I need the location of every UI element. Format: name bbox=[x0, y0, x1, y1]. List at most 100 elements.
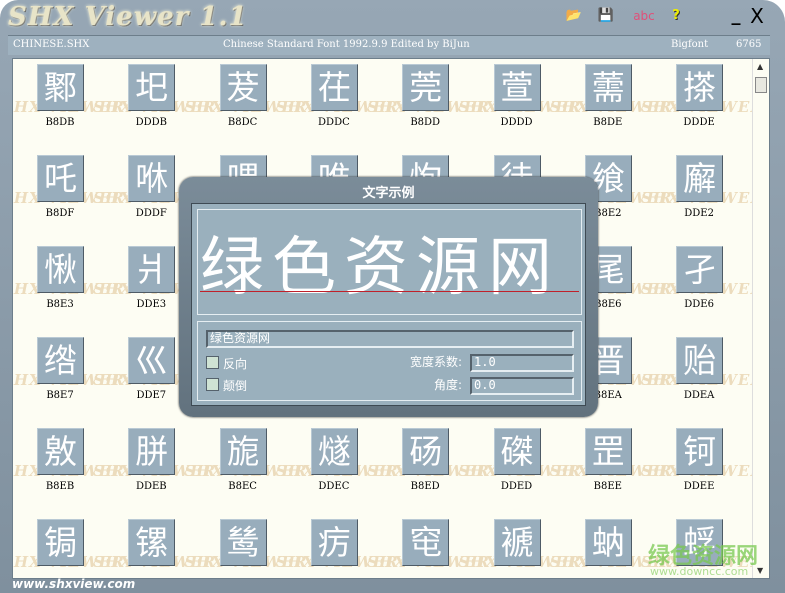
font-type: Bigfont bbox=[671, 39, 709, 50]
width-factor-input[interactable]: 1.0 bbox=[470, 354, 574, 372]
glyph-code: DDE2 bbox=[684, 208, 714, 219]
glyph-button[interactable]: 蚋 bbox=[584, 519, 632, 566]
glyph-cell[interactable]: SHX VIEWER 砀 B8ED bbox=[367, 424, 489, 504]
minimize-button[interactable]: _ bbox=[727, 7, 745, 25]
angle-input[interactable]: 0.0 bbox=[470, 377, 574, 395]
open-folder-icon[interactable]: 📂 bbox=[565, 8, 583, 24]
glyph-button[interactable]: 绺 bbox=[37, 337, 84, 384]
help-button[interactable]: ? bbox=[667, 8, 685, 24]
glyph-cell[interactable]: SHX VIEWER 莞 B8DD bbox=[367, 60, 489, 140]
glyph-code: DDE3 bbox=[136, 299, 167, 310]
glyph-button[interactable]: 贻 bbox=[676, 337, 724, 384]
glyph-cell[interactable]: SHX VIEWER 燧 DDEC bbox=[276, 424, 398, 504]
font-button[interactable]: abc bbox=[630, 8, 658, 24]
app-window: SHX Viewer 1.1 📂 💾 abc ? _ X CHINESE.SHX… bbox=[0, 0, 785, 593]
glyph-cell[interactable]: SHX VIEWER 薷 B8DE bbox=[550, 60, 672, 140]
reverse-checkbox[interactable] bbox=[206, 356, 219, 369]
glyph-button[interactable]: 旎 bbox=[219, 428, 267, 475]
glyph-cell[interactable]: SHX VIEWER 孑 DDE6 bbox=[641, 242, 763, 322]
glyph-cell[interactable]: SHX VIEWER 敫 B8EB bbox=[13, 424, 124, 504]
glyph-button[interactable]: 咻 bbox=[128, 155, 176, 202]
glyph-button[interactable]: 茇 bbox=[219, 64, 267, 111]
scroll-thumb[interactable] bbox=[755, 77, 767, 93]
text-preview: 绿色资源网 bbox=[197, 209, 582, 315]
glyph-cell[interactable]: SHX VIEWER 疠 bbox=[276, 515, 398, 578]
glyph-cell[interactable]: SHX VIEWER 茇 B8DC bbox=[185, 60, 306, 140]
glyph-cell[interactable]: SHX VIEWER 蚋 bbox=[550, 515, 672, 578]
font-description: Chinese Standard Font 1992.9.9 Edited by… bbox=[223, 39, 470, 50]
glyph-button[interactable]: 萱 bbox=[493, 64, 541, 111]
width-factor-label: 宽度系数: bbox=[410, 355, 463, 369]
glyph-code: B8DE bbox=[593, 117, 623, 128]
glyph-cell[interactable]: SHX VIEWER 鸶 bbox=[185, 515, 306, 578]
glyph-cell[interactable]: SHX VIEWER 萱 DDDD bbox=[459, 60, 580, 140]
glyph-button[interactable]: 砀 bbox=[402, 428, 450, 475]
glyph-cell[interactable]: SHX VIEWER 爿 DDE3 bbox=[93, 242, 215, 322]
angle-label: 角度: bbox=[434, 378, 463, 392]
upside-down-label: 颠倒 bbox=[223, 379, 248, 393]
glyph-cell[interactable]: SHX VIEWER 圯 DDDB bbox=[93, 60, 215, 140]
glyph-button[interactable]: 廨 bbox=[676, 155, 724, 202]
glyph-button[interactable]: 窀 bbox=[402, 519, 450, 566]
glyph-cell[interactable]: SHX VIEWER 廨 DDE2 bbox=[641, 151, 763, 231]
glyph-button[interactable]: 鸶 bbox=[219, 519, 267, 566]
glyph-code: DDDF bbox=[135, 208, 167, 219]
vertical-scrollbar[interactable]: ▲ ▼ bbox=[752, 59, 769, 578]
save-icon[interactable]: 💾 bbox=[597, 8, 615, 24]
glyph-cell[interactable]: SHX VIEWER 旎 B8EC bbox=[185, 424, 306, 504]
glyph-button[interactable]: 敫 bbox=[37, 428, 84, 475]
glyph-code: DDEB bbox=[135, 481, 167, 492]
glyph-button[interactable]: 爿 bbox=[128, 246, 176, 293]
glyph-button[interactable]: 搽 bbox=[676, 64, 724, 111]
glyph-button[interactable]: 疠 bbox=[310, 519, 358, 566]
glyph-cell[interactable]: SHX VIEWER 吒 B8DF bbox=[13, 151, 124, 231]
text-sample-dialog: 文字示例 绿色资源网 绿色资源网 反向 颠倒 宽度系数: 1.0 角度: 0.0 bbox=[179, 177, 598, 417]
glyph-cell[interactable]: SHX VIEWER 锔 bbox=[13, 515, 124, 578]
glyph-code: DDDE bbox=[683, 117, 715, 128]
glyph-button[interactable]: 燧 bbox=[310, 428, 358, 475]
glyph-cell[interactable]: SHX VIEWER 茌 DDDC bbox=[276, 60, 398, 140]
glyph-button[interactable]: 磔 bbox=[493, 428, 541, 475]
glyph-button[interactable]: 孑 bbox=[676, 246, 724, 293]
glyph-cell[interactable]: SHX VIEWER 贻 DDEA bbox=[641, 333, 763, 413]
glyph-cell[interactable]: SHX VIEWER 胼 DDEB bbox=[93, 424, 215, 504]
glyph-cell[interactable]: SHX VIEWER 磔 DDED bbox=[459, 424, 580, 504]
glyph-button[interactable]: 茌 bbox=[310, 64, 358, 111]
glyph-button[interactable]: 鄹 bbox=[37, 64, 84, 111]
website-link[interactable]: www.shxview.com bbox=[12, 577, 135, 591]
glyph-cell[interactable]: SHX VIEWER 咻 DDDF bbox=[93, 151, 215, 231]
glyph-button[interactable]: 愀 bbox=[37, 246, 84, 293]
glyph-cell[interactable]: SHX VIEWER 鄹 B8DB bbox=[13, 60, 124, 140]
glyph-cell[interactable]: SHX VIEWER 窀 bbox=[367, 515, 489, 578]
glyph-button[interactable]: 褫 bbox=[493, 519, 541, 566]
glyph-button[interactable]: 薷 bbox=[584, 64, 632, 111]
glyph-cell[interactable]: SHX VIEWER 巛 DDE7 bbox=[93, 333, 215, 413]
glyph-cell[interactable]: SHX VIEWER 罡 B8EE bbox=[550, 424, 672, 504]
glyph-cell[interactable]: SHX VIEWER 愀 B8E3 bbox=[13, 242, 124, 322]
glyph-code: B8DC bbox=[227, 117, 258, 128]
glyph-cell[interactable]: SHX VIEWER 绺 B8E7 bbox=[13, 333, 124, 413]
glyph-button[interactable]: 罡 bbox=[584, 428, 632, 475]
file-name: CHINESE.SHX bbox=[13, 39, 90, 50]
glyph-code: B8EB bbox=[45, 481, 75, 492]
glyph-button[interactable]: 镙 bbox=[128, 519, 176, 566]
glyph-cell[interactable]: SHX VIEWER 搽 DDDE bbox=[641, 60, 763, 140]
glyph-cell[interactable]: SHX VIEWER 钶 DDEE bbox=[641, 424, 763, 504]
upside-down-checkbox[interactable] bbox=[206, 378, 219, 391]
preview-text: 绿色资源网 bbox=[200, 231, 560, 305]
glyph-button[interactable]: 吒 bbox=[37, 155, 84, 202]
glyph-button[interactable]: 钶 bbox=[676, 428, 724, 475]
glyph-code: B8ED bbox=[410, 481, 440, 492]
glyph-cell[interactable]: SHX VIEWER 褫 bbox=[459, 515, 580, 578]
glyph-button[interactable]: 胼 bbox=[128, 428, 176, 475]
close-button[interactable]: X bbox=[748, 6, 766, 26]
glyph-button[interactable]: 莞 bbox=[402, 64, 450, 111]
glyph-code: DDEE bbox=[683, 481, 715, 492]
glyph-button[interactable]: 圯 bbox=[128, 64, 176, 111]
sample-text-input[interactable]: 绿色资源网 bbox=[206, 330, 574, 348]
glyph-cell[interactable]: SHX VIEWER 镙 bbox=[93, 515, 215, 578]
glyph-button[interactable]: 巛 bbox=[128, 337, 176, 384]
glyph-button[interactable]: 锔 bbox=[37, 519, 84, 566]
scroll-up-icon[interactable]: ▲ bbox=[757, 62, 763, 71]
glyph-code: B8EC bbox=[228, 481, 257, 492]
